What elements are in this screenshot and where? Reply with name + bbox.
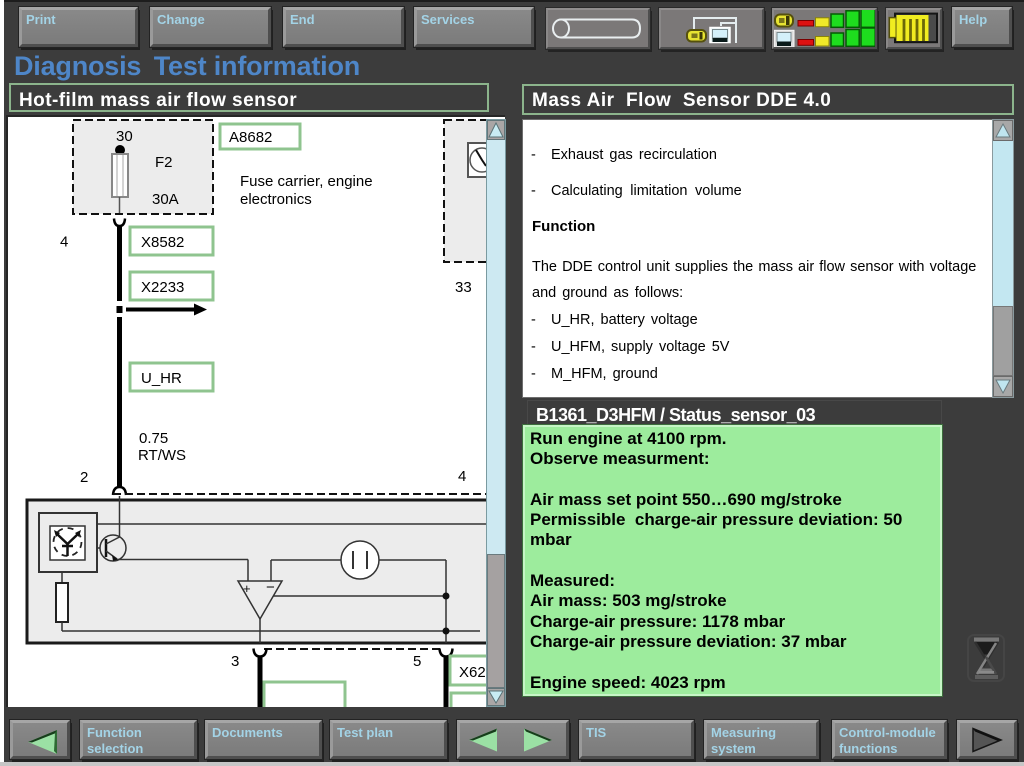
svg-text:2: 2 — [80, 469, 88, 486]
svg-text:+: + — [243, 581, 251, 596]
svg-text:4: 4 — [60, 234, 68, 251]
svg-text:0.75: 0.75 — [139, 430, 168, 447]
svg-text:−: − — [266, 579, 275, 596]
svg-text:4: 4 — [458, 468, 466, 485]
svg-text:F2: F2 — [155, 154, 173, 171]
svg-text:electronics: electronics — [240, 191, 312, 208]
svg-text:3: 3 — [231, 653, 239, 670]
svg-text:33: 33 — [455, 279, 472, 296]
svg-text:RT/WS: RT/WS — [138, 447, 186, 464]
svg-text:30: 30 — [116, 128, 133, 145]
svg-text:X2233: X2233 — [141, 279, 184, 296]
svg-text:A8682: A8682 — [229, 129, 272, 146]
svg-text:U_HR: U_HR — [141, 370, 182, 387]
svg-text:30A: 30A — [152, 191, 179, 208]
svg-text:X62: X62 — [459, 664, 486, 681]
svg-text:X8582: X8582 — [141, 234, 184, 251]
svg-text:Fuse carrier, engine: Fuse carrier, engine — [240, 173, 373, 190]
svg-text:5: 5 — [413, 653, 421, 670]
